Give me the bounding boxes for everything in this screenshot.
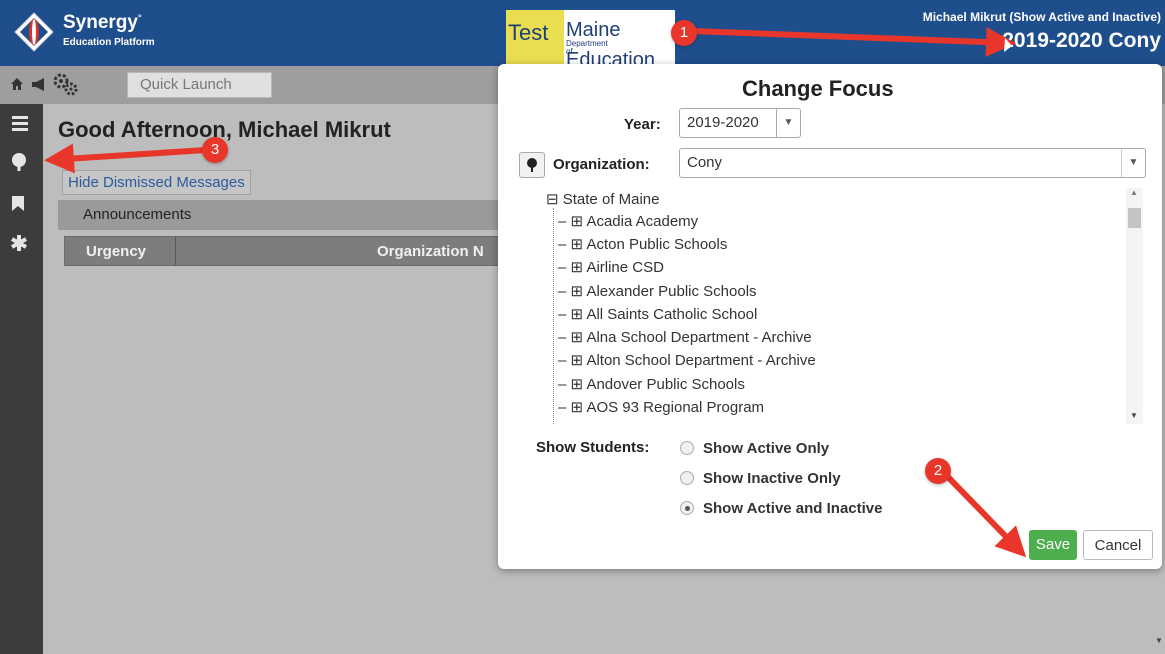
tree-node[interactable]: – ⊞ Acton Public Schools xyxy=(558,235,727,253)
megaphone-icon[interactable] xyxy=(31,78,47,91)
dialog-title: Change Focus xyxy=(742,76,894,101)
radio-show-active-only[interactable] xyxy=(680,441,694,455)
tree-node-label: Andover Public Schools xyxy=(586,376,745,393)
expand-icon[interactable]: ⊞ xyxy=(571,283,584,300)
greeting-title: Good Afternoon, Michael Mikrut xyxy=(58,117,391,142)
option-show-active-and-inactive[interactable]: Show Active and Inactive xyxy=(703,500,883,517)
chevron-down-icon: ▼ xyxy=(1121,149,1145,177)
focus-link[interactable]: 2019-2020 Cony xyxy=(1002,29,1161,53)
tree-node-label: State of Maine xyxy=(562,191,660,208)
tree-node-root[interactable]: ⊟ State of Maine xyxy=(546,190,659,208)
expand-icon[interactable]: ⊞ xyxy=(571,399,584,416)
tree-node[interactable]: – ⊞ Alna School Department - Archive xyxy=(558,328,812,346)
tree-node[interactable]: – ⊞ Alexander Public Schools xyxy=(558,282,757,300)
menu-icon[interactable] xyxy=(11,115,29,131)
scroll-down-icon[interactable]: ▼ xyxy=(1130,411,1138,420)
organization-tree-button[interactable] xyxy=(519,152,545,178)
expand-icon[interactable]: ⊞ xyxy=(571,306,584,323)
scroll-up-icon[interactable]: ▲ xyxy=(1130,188,1138,197)
column-organization[interactable]: Organization N xyxy=(377,243,484,260)
tree-node-label: AOS 93 Regional Program xyxy=(586,399,765,416)
year-value: 2019-2020 xyxy=(687,114,759,131)
app-header: Synergy° Education Platform Test Maine D… xyxy=(0,0,1165,66)
tree-node-label: Alna School Department - Archive xyxy=(586,329,812,346)
organization-label: Organization: xyxy=(553,156,650,173)
column-urgency[interactable]: Urgency xyxy=(86,243,146,260)
expand-icon[interactable]: ⊞ xyxy=(571,376,584,393)
change-focus-dialog: Change Focus Year: 2019-2020 ▼ Organizat… xyxy=(498,64,1162,569)
radio-show-inactive-only[interactable] xyxy=(680,471,694,485)
tree-node[interactable]: – ⊞ Acadia Academy xyxy=(558,212,698,230)
user-name-link[interactable]: Michael Mikrut (Show Active and Inactive… xyxy=(923,10,1161,24)
maine-doe-brand: Test Maine Department of Education xyxy=(506,10,675,66)
gears-icon[interactable] xyxy=(52,72,78,96)
cancel-button[interactable]: Cancel xyxy=(1083,530,1153,560)
home-icon[interactable] xyxy=(10,77,24,91)
expand-icon[interactable]: ⊞ xyxy=(571,259,584,276)
tree-node-label: Airline CSD xyxy=(586,259,664,276)
tree-connector xyxy=(553,208,554,424)
tree-scroll-thumb[interactable] xyxy=(1128,208,1141,228)
quick-launch-input[interactable]: Quick Launch xyxy=(127,72,272,98)
brand-maine: Maine xyxy=(566,19,621,41)
tree-node[interactable]: – ⊞ AOS 93 Regional Program xyxy=(558,398,764,416)
radio-show-active-and-inactive[interactable] xyxy=(680,501,694,515)
annotation-badge-1: 1 xyxy=(671,20,697,46)
tree-icon xyxy=(527,158,537,172)
announcements-header[interactable]: Announcements xyxy=(58,200,500,230)
tree-node-label: Acadia Academy xyxy=(586,213,699,230)
synergy-logo-icon xyxy=(14,12,54,52)
left-rail xyxy=(0,104,43,654)
logo-name: Synergy° xyxy=(63,12,142,33)
tree-node[interactable]: – ⊞ Alton School Department - Archive xyxy=(558,351,816,369)
page-scroll-down-icon[interactable]: ▼ xyxy=(1155,636,1163,645)
tree-node[interactable]: – ⊞ Andover Public Schools xyxy=(558,375,745,393)
expand-icon[interactable]: ⊞ xyxy=(571,329,584,346)
organization-value: Cony xyxy=(687,154,723,171)
brand-test: Test xyxy=(506,10,564,66)
organization-select[interactable]: Cony ▼ xyxy=(679,148,1146,178)
save-button[interactable]: Save xyxy=(1029,530,1077,560)
year-select[interactable]: 2019-2020 ▼ xyxy=(679,108,801,138)
chevron-down-icon: ▼ xyxy=(776,109,800,137)
option-show-active-only[interactable]: Show Active Only xyxy=(703,440,829,457)
bookmark-icon[interactable] xyxy=(11,195,25,212)
annotation-arrow-3 xyxy=(44,143,207,174)
tree-node-label: Acton Public Schools xyxy=(586,236,728,253)
show-students-label: Show Students: xyxy=(536,439,650,456)
tree-node[interactable]: – ⊞ Airline CSD xyxy=(558,258,664,276)
collapse-icon[interactable]: ⊟ xyxy=(546,191,559,208)
year-label: Year: xyxy=(624,116,661,133)
announcements-grid-header: Urgency Organization N xyxy=(64,236,500,266)
asterisk-icon[interactable] xyxy=(10,234,28,252)
expand-icon[interactable]: ⊞ xyxy=(571,236,584,253)
column-separator xyxy=(175,237,176,265)
tree-icon[interactable] xyxy=(10,152,28,172)
tree-node-label: Alton School Department - Archive xyxy=(586,352,816,369)
expand-icon[interactable]: ⊞ xyxy=(571,213,584,230)
annotation-badge-2: 2 xyxy=(925,458,951,484)
tree-node[interactable]: – ⊞ All Saints Catholic School xyxy=(558,305,757,323)
option-show-inactive-only[interactable]: Show Inactive Only xyxy=(703,470,841,487)
tree-node-label: All Saints Catholic School xyxy=(586,306,758,323)
organization-tree: ⊟ State of Maine – ⊞ Acadia Academy – ⊞ … xyxy=(536,186,1146,426)
logo-tagline: Education Platform xyxy=(63,37,155,48)
expand-icon[interactable]: ⊞ xyxy=(571,352,584,369)
annotation-badge-3: 3 xyxy=(202,137,228,163)
hide-dismissed-button[interactable]: Hide Dismissed Messages xyxy=(62,170,251,195)
tree-node-label: Alexander Public Schools xyxy=(586,283,757,300)
